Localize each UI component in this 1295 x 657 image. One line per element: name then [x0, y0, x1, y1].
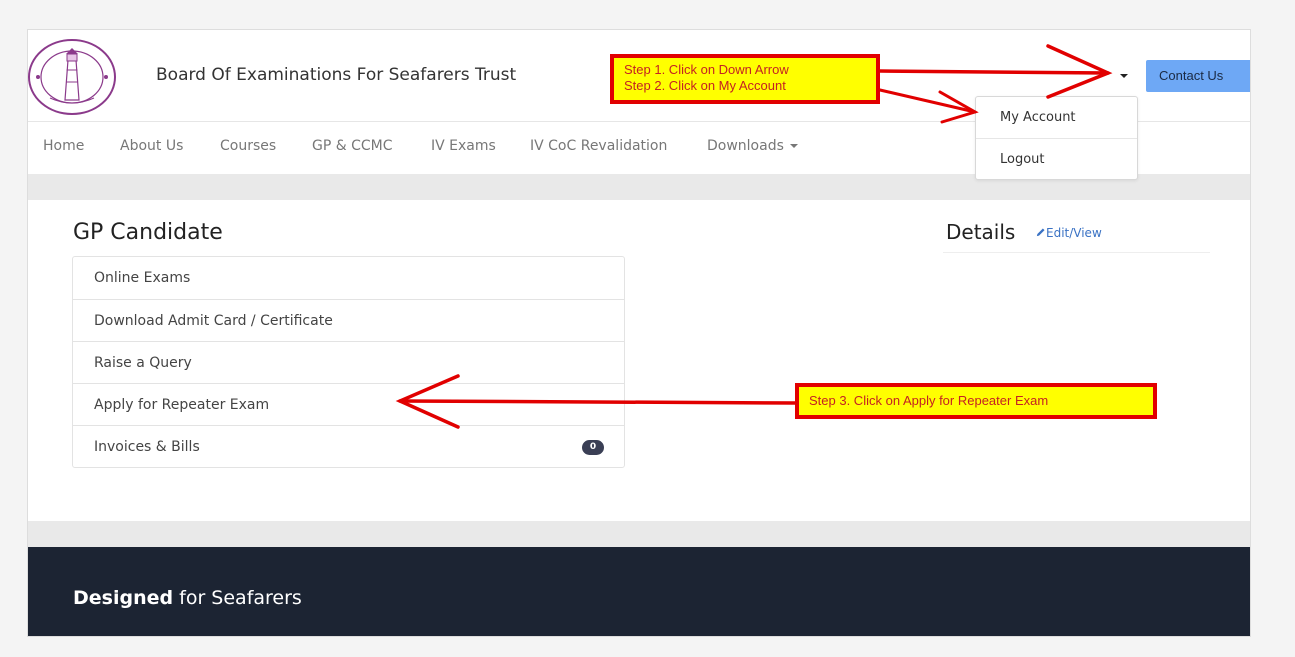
details-heading: Details	[946, 220, 1016, 244]
annotation-step-3: Step 3. Click on Apply for Repeater Exam	[795, 383, 1157, 419]
candidate-menu-list: Online Exams Download Admit Card / Certi…	[72, 256, 625, 468]
menu-item-invoices-bills[interactable]: Invoices & Bills 0	[73, 425, 624, 467]
contact-us-button[interactable]: Contact Us	[1146, 60, 1250, 92]
user-dropdown-menu: My Account Logout	[975, 96, 1138, 180]
nav-gp-ccmc[interactable]: GP & CCMC	[312, 138, 393, 154]
nav-downloads[interactable]: Downloads	[707, 138, 798, 154]
site-title: Board Of Examinations For Seafarers Trus…	[156, 65, 517, 85]
menu-item-download-admit-card[interactable]: Download Admit Card / Certificate	[73, 299, 624, 341]
annotation-step3: Step 3. Click on Apply for Repeater Exam	[809, 393, 1049, 408]
count-badge: 0	[582, 440, 604, 455]
nav-iv-exams[interactable]: IV Exams	[431, 138, 496, 154]
edit-view-link[interactable]: Edit/View	[1035, 226, 1102, 240]
nav-about-us[interactable]: About Us	[120, 138, 183, 154]
menu-item-apply-repeater-exam[interactable]: Apply for Repeater Exam	[73, 383, 624, 425]
page-title: GP Candidate	[73, 220, 223, 245]
invoices-bills-label: Invoices & Bills	[94, 439, 200, 455]
footer-tagline-rest: for Seafarers	[173, 587, 302, 609]
pencil-icon	[1036, 228, 1045, 237]
menu-item-online-exams[interactable]: Online Exams	[73, 257, 624, 299]
nav-iv-coc-revalidation[interactable]: IV CoC Revalidation	[530, 138, 667, 154]
annotation-step1: Step 1. Click on Down Arrow	[624, 62, 789, 77]
menu-item-raise-query[interactable]: Raise a Query	[73, 341, 624, 383]
annotation-step2: Step 2. Click on My Account	[624, 78, 786, 93]
site-footer: Designed for Seafarers	[28, 547, 1250, 636]
section-divider	[28, 521, 1250, 547]
lighthouse-seal-logo[interactable]	[28, 38, 116, 116]
browser-page: Board Of Examinations For Seafarers Trus…	[27, 29, 1251, 637]
footer-tagline: Designed for Seafarers	[73, 587, 302, 609]
footer-tagline-bold: Designed	[73, 587, 174, 609]
nav-downloads-label: Downloads	[707, 138, 784, 154]
nav-home[interactable]: Home	[43, 138, 84, 154]
divider	[943, 252, 1210, 253]
my-account-menu-item[interactable]: My Account	[976, 97, 1137, 138]
user-menu-down-arrow[interactable]	[1115, 68, 1135, 84]
nav-courses[interactable]: Courses	[220, 138, 276, 154]
annotation-steps-1-2: Step 1. Click on Down Arrow Step 2. Clic…	[610, 54, 880, 104]
edit-view-label: Edit/View	[1046, 226, 1102, 240]
main-content: GP Candidate Online Exams Download Admit…	[28, 200, 1250, 521]
chevron-down-icon	[789, 144, 798, 148]
logout-menu-item[interactable]: Logout	[976, 138, 1137, 179]
